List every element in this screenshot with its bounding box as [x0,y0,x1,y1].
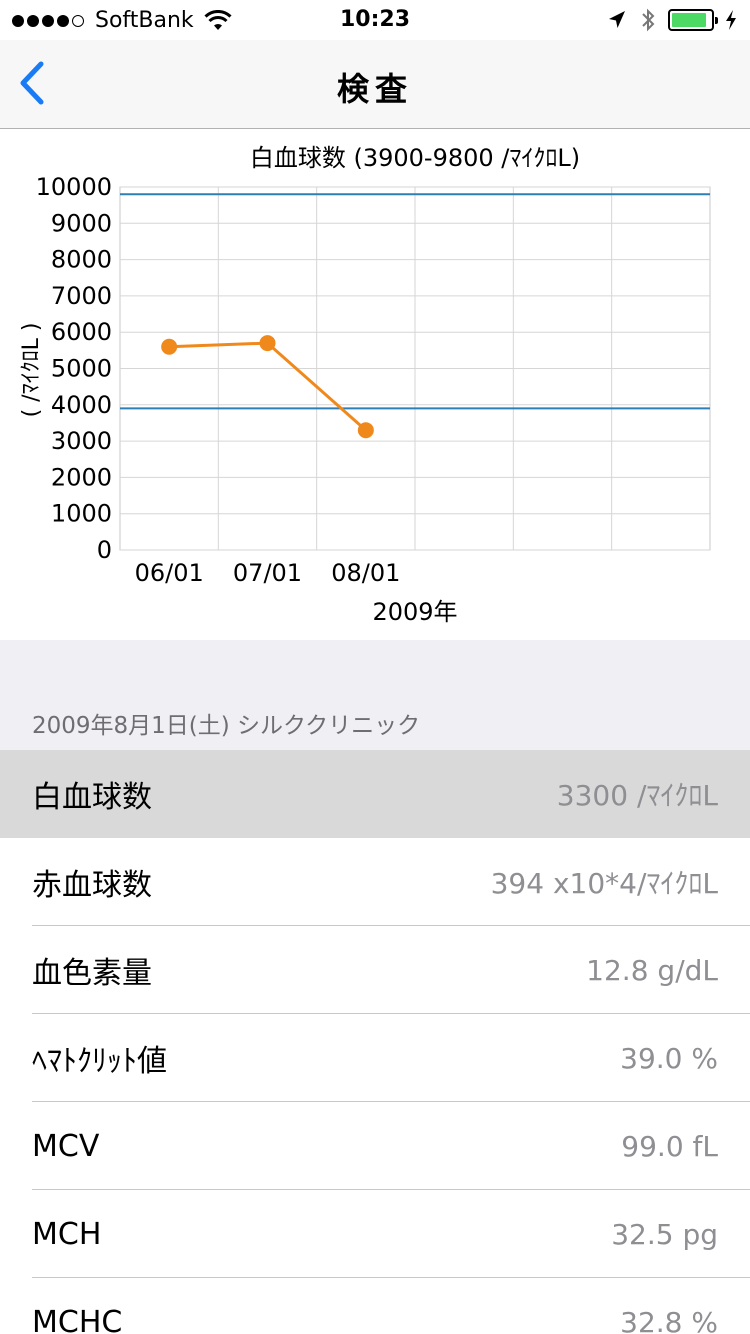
row-label: MCHC [32,1304,123,1334]
row-label: 白血球数 [32,780,152,815]
y-tick-label: 8000 [51,246,112,274]
table-row-mch[interactable]: MCH 32.5 pg [0,1190,750,1278]
location-arrow-icon [609,11,625,28]
line-chart: 白血球数 (3900-9800 /ﾏｲｸﾛL) ( /ﾏｲｸﾛL ) 2009年… [19,144,711,626]
charging-bolt-icon [726,10,736,30]
battery-level [672,13,707,27]
table-row-wbc[interactable]: 白血球数 3300 /ﾏｲｸﾛL [0,750,750,838]
status-bar: SoftBank 10:23 [0,0,750,40]
x-tick-label: 08/01 [331,559,400,587]
y-tick-label: 0 [97,536,112,564]
row-label: 赤血球数 [32,868,152,903]
navigation-bar: 検査 [0,40,750,129]
y-tick-label: 10000 [36,173,112,201]
x-tick-label: 06/01 [135,559,204,587]
row-value: 32.8 % [620,1305,718,1334]
row-value: 12.8 g/dL [586,953,718,987]
row-value: 394 x10*4/ﾏｲｸﾛL [490,867,718,900]
row-value: 32.5 pg [611,1217,718,1251]
y-tick-label: 3000 [51,427,112,455]
row-label: ﾍﾏﾄｸﾘｯﾄ値 [32,1044,167,1079]
battery-icon [668,9,718,31]
data-point [357,422,374,439]
y-tick-label: 1000 [51,500,112,528]
bluetooth-icon [642,8,655,32]
y-tick-label: 5000 [51,355,112,383]
page-title: 検査 [336,70,413,108]
y-tick-label: 7000 [51,282,112,310]
row-value: 39.0 % [620,1041,718,1075]
row-label: MCV [32,1128,100,1164]
table-row-hematocrit[interactable]: ﾍﾏﾄｸﾘｯﾄ値 39.0 % [0,1014,750,1102]
y-tick-label: 2000 [51,463,112,491]
table-row-mcv[interactable]: MCV 99.0 fL [0,1102,750,1190]
table-row-hemoglobin[interactable]: 血色素量 12.8 g/dL [0,926,750,1014]
table-row-rbc[interactable]: 赤血球数 394 x10*4/ﾏｲｸﾛL [0,838,750,926]
section-header: 2009年8月1日(土) シルククリニック [32,713,421,739]
y-tick-label: 6000 [51,318,112,346]
row-label: 血色素量 [32,956,152,991]
data-point [161,338,178,355]
x-tick-label: 07/01 [233,559,302,587]
y-tick-label: 9000 [51,209,112,237]
section-gap: 2009年8月1日(土) シルククリニック [0,640,750,750]
row-label: MCH [32,1216,102,1252]
results-table: 白血球数 3300 /ﾏｲｸﾛL 赤血球数 394 x10*4/ﾏｲｸﾛL 血色… [0,750,750,1334]
table-row-mchc[interactable]: MCHC 32.8 % [0,1278,750,1334]
y-axis-label: ( /ﾏｲｸﾛL ) [19,323,44,418]
x-axis-label: 2009年 [372,598,457,626]
status-right [608,7,738,33]
y-tick-label: 4000 [51,391,112,419]
chart-title: 白血球数 (3900-9800 /ﾏｲｸﾛL) [250,144,580,172]
data-point [259,335,276,352]
row-value: 3300 /ﾏｲｸﾛL [556,779,718,812]
row-value: 99.0 fL [621,1129,718,1163]
chart: 白血球数 (3900-9800 /ﾏｲｸﾛL) ( /ﾏｲｸﾛL ) 2009年… [0,130,750,640]
